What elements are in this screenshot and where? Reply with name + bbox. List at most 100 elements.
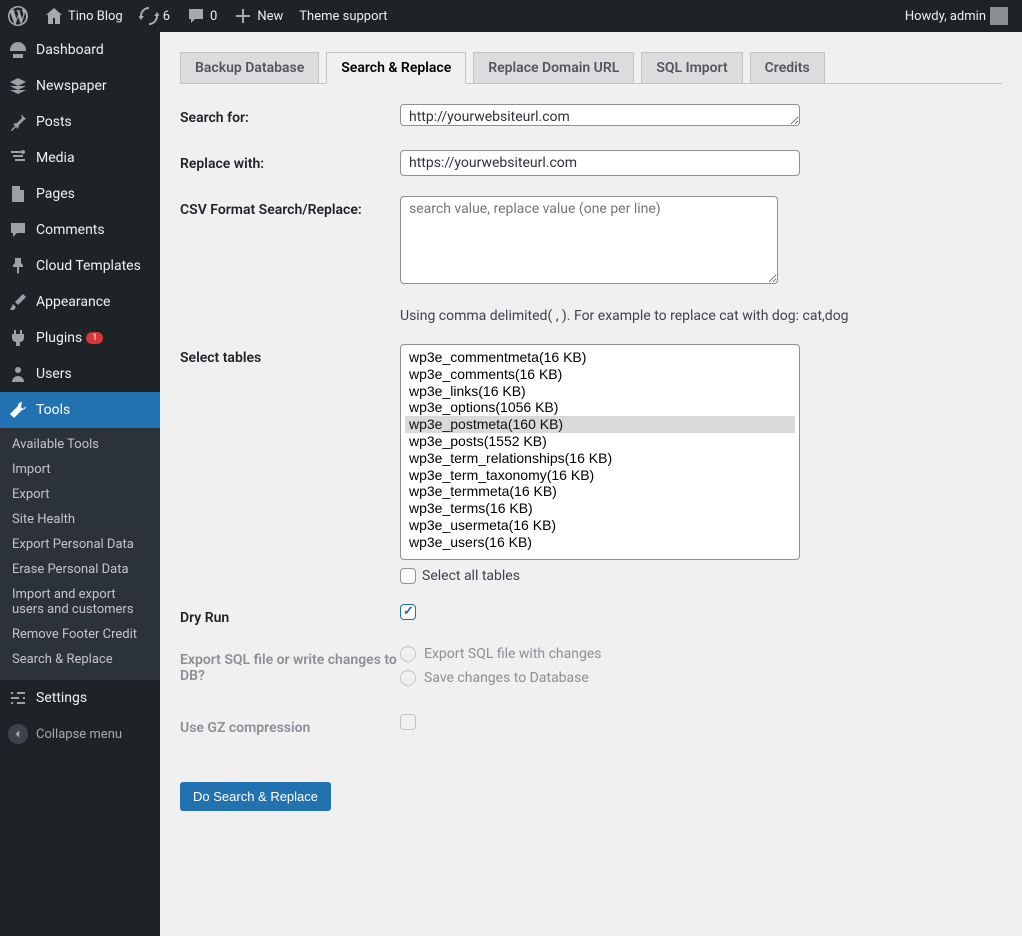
plugin-icon — [8, 328, 28, 348]
collapse-menu[interactable]: Collapse menu — [0, 716, 160, 752]
submenu-import[interactable]: Import — [0, 457, 160, 482]
sidebar-label: Dashboard — [36, 42, 104, 58]
table-option[interactable]: wp3e_options(1056 KB) — [405, 399, 795, 416]
tab-search-replace[interactable]: Search & Replace — [326, 52, 466, 84]
search-for-input[interactable]: http://yourwebsiteurl.com — [400, 104, 800, 126]
tables-select[interactable]: wp3e_commentmeta(16 KB)wp3e_comments(16 … — [400, 344, 800, 560]
tools-icon — [8, 400, 28, 420]
sidebar-item-newspaper[interactable]: Newspaper — [0, 68, 160, 104]
sidebar-label: Pages — [36, 186, 75, 202]
dashboard-icon — [8, 40, 28, 60]
select-tables-label: Select tables — [180, 344, 400, 584]
sidebar-item-media[interactable]: Media — [0, 140, 160, 176]
export-label: Export SQL file or write changes to DB? — [180, 646, 400, 694]
dry-run-label: Dry Run — [180, 604, 400, 626]
table-option[interactable]: wp3e_comments(16 KB) — [405, 366, 795, 383]
table-option[interactable]: wp3e_postmeta(160 KB) — [405, 416, 795, 433]
user-menu[interactable]: Howdy, admin — [897, 0, 1016, 32]
gz-checkbox — [400, 714, 416, 730]
sidebar-item-tools[interactable]: Tools — [0, 392, 160, 428]
wp-logo-menu[interactable] — [0, 0, 36, 32]
submenu-import-export-users[interactable]: Import and export users and customers — [0, 582, 160, 622]
sidebar-item-dashboard[interactable]: Dashboard — [0, 32, 160, 68]
sidebar-item-appearance[interactable]: Appearance — [0, 284, 160, 320]
sidebar-item-settings[interactable]: Settings — [0, 680, 160, 716]
submenu-available-tools[interactable]: Available Tools — [0, 432, 160, 457]
plugin-update-badge: 1 — [86, 332, 103, 344]
table-option[interactable]: wp3e_usermeta(16 KB) — [405, 517, 795, 534]
main-content: Backup Database Search & Replace Replace… — [160, 32, 1022, 936]
sidebar-item-pages[interactable]: Pages — [0, 176, 160, 212]
sidebar-item-cloud-templates[interactable]: Cloud Templates — [0, 248, 160, 284]
select-all-label: Select all tables — [422, 568, 520, 584]
table-option[interactable]: wp3e_terms(16 KB) — [405, 500, 795, 517]
admin-sidebar: Dashboard Newspaper Posts Media Pages Co… — [0, 32, 160, 936]
csv-description: Using comma delimited( , ). For example … — [400, 308, 1002, 324]
dry-run-checkbox[interactable] — [400, 604, 416, 620]
theme-support-link[interactable]: Theme support — [291, 0, 395, 32]
table-option[interactable]: wp3e_termmeta(16 KB) — [405, 483, 795, 500]
csv-input[interactable] — [400, 196, 778, 284]
do-search-replace-button[interactable]: Do Search & Replace — [180, 782, 331, 811]
nav-tabs: Backup Database Search & Replace Replace… — [180, 52, 1002, 84]
tab-sql-import[interactable]: SQL Import — [641, 52, 742, 84]
new-content-link[interactable]: New — [225, 0, 291, 32]
search-for-label: Search for: — [180, 104, 400, 130]
newspaper-icon — [8, 76, 28, 96]
sidebar-item-plugins[interactable]: Plugins 1 — [0, 320, 160, 356]
page-icon — [8, 184, 28, 204]
comments-icon — [8, 220, 28, 240]
sidebar-label: Tools — [36, 402, 70, 418]
comment-icon — [186, 6, 206, 26]
plus-icon — [233, 6, 253, 26]
collapse-label: Collapse menu — [36, 727, 122, 742]
sidebar-label: Posts — [36, 114, 72, 130]
submenu-export-personal[interactable]: Export Personal Data — [0, 532, 160, 557]
site-name-link[interactable]: Tino Blog — [36, 0, 131, 32]
replace-with-input[interactable] — [400, 150, 800, 176]
sidebar-label: Users — [36, 366, 72, 382]
submenu-site-health[interactable]: Site Health — [0, 507, 160, 532]
save-db-label: Save changes to Database — [424, 670, 589, 686]
updates-count: 6 — [163, 9, 170, 24]
sidebar-item-comments[interactable]: Comments — [0, 212, 160, 248]
replace-with-label: Replace with: — [180, 150, 400, 176]
sidebar-label: Media — [36, 150, 75, 166]
tab-credits[interactable]: Credits — [750, 52, 825, 84]
pushpin-icon — [8, 256, 28, 276]
comments-link[interactable]: 0 — [178, 0, 225, 32]
select-all-checkbox[interactable] — [400, 568, 416, 584]
submenu-export[interactable]: Export — [0, 482, 160, 507]
search-replace-form: Search for: http://yourwebsiteurl.com Re… — [180, 104, 1002, 811]
table-option[interactable]: wp3e_term_taxonomy(16 KB) — [405, 467, 795, 484]
settings-icon — [8, 688, 28, 708]
table-option[interactable]: wp3e_users(16 KB) — [405, 534, 795, 551]
sidebar-item-users[interactable]: Users — [0, 356, 160, 392]
theme-support-label: Theme support — [299, 9, 387, 24]
table-option[interactable]: wp3e_term_relationships(16 KB) — [405, 450, 795, 467]
greeting: Howdy, admin — [905, 9, 986, 24]
table-option[interactable]: wp3e_commentmeta(16 KB) — [405, 349, 795, 366]
update-icon — [139, 6, 159, 26]
submenu-erase-personal[interactable]: Erase Personal Data — [0, 557, 160, 582]
submenu-remove-footer[interactable]: Remove Footer Credit — [0, 622, 160, 647]
submenu-search-replace[interactable]: Search & Replace — [0, 647, 160, 672]
tab-replace-domain-url[interactable]: Replace Domain URL — [473, 52, 634, 84]
media-icon — [8, 148, 28, 168]
brush-icon — [8, 292, 28, 312]
save-db-radio — [400, 670, 416, 686]
sidebar-label: Appearance — [36, 294, 110, 310]
sidebar-label: Newspaper — [36, 78, 107, 94]
updates-link[interactable]: 6 — [131, 0, 178, 32]
sidebar-item-posts[interactable]: Posts — [0, 104, 160, 140]
export-sql-label: Export SQL file with changes — [424, 646, 602, 662]
tab-backup-database[interactable]: Backup Database — [180, 52, 319, 84]
table-option[interactable]: wp3e_links(16 KB) — [405, 383, 795, 400]
sidebar-label: Settings — [36, 690, 87, 706]
site-name: Tino Blog — [68, 9, 123, 24]
wordpress-logo-icon — [8, 6, 28, 26]
sidebar-label: Cloud Templates — [36, 258, 141, 274]
export-sql-radio — [400, 646, 416, 662]
table-option[interactable]: wp3e_posts(1552 KB) — [405, 433, 795, 450]
collapse-icon — [8, 724, 28, 744]
